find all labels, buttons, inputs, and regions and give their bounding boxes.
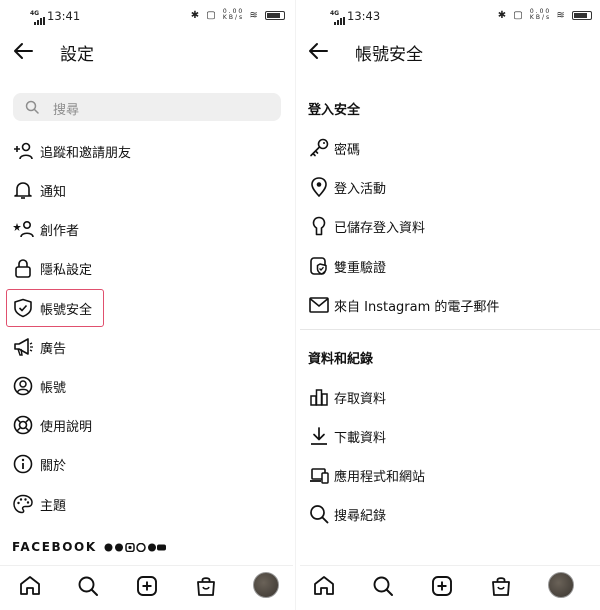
menu-item-access-data[interactable]: 存取資料 (300, 383, 590, 411)
menu-item-label: 應用程式和網站 (334, 470, 426, 485)
menu-item-label: 追蹤和邀請朋友 (40, 146, 132, 161)
status-bar: 4G 13:43 ✱ ▢ 0.00 KB/s ≋ (300, 8, 600, 26)
status-bar: 4G 13:41 ✱ ▢ 0.00 KB/s ≋ (0, 8, 293, 26)
status-time: 13:43 (347, 9, 381, 23)
bottom-nav (0, 565, 293, 605)
menu-item-search-history[interactable]: 搜尋紀錄 (300, 500, 590, 528)
menu-item-label: 關於 (40, 459, 67, 474)
star-person-icon (13, 220, 34, 238)
menu-item-label: 通知 (40, 185, 67, 200)
page-title: 設定 (60, 45, 94, 65)
menu-item-help[interactable]: 使用說明 (0, 411, 290, 439)
new-post-icon[interactable] (135, 574, 159, 598)
menu-item-two-factor[interactable]: 雙重驗證 (300, 252, 590, 280)
profile-avatar[interactable] (253, 572, 279, 598)
meta-apps-icons (104, 543, 166, 552)
battery-icon (572, 10, 592, 20)
settings-screen: 4G 13:41 ✱ ▢ 0.00 KB/s ≋ 設定 搜尋 追蹤和邀請朋友 通知… (0, 0, 293, 610)
keyhole-icon (312, 216, 326, 236)
bell-icon (14, 182, 32, 199)
menu-item-label: 創作者 (40, 224, 80, 239)
menu-item-label: 使用說明 (40, 420, 93, 435)
menu-item-saved-login[interactable]: 已儲存登入資料 (300, 212, 590, 240)
menu-item-ads[interactable]: 廣告 (0, 333, 290, 361)
home-icon[interactable] (18, 574, 42, 598)
lifebuoy-icon (13, 415, 33, 435)
search-icon[interactable] (76, 574, 100, 598)
menu-item-apps-websites[interactable]: 應用程式和網站 (300, 461, 590, 489)
bottom-nav (300, 565, 600, 605)
shop-icon[interactable] (194, 574, 218, 598)
key-icon (310, 138, 329, 157)
menu-item-notifications[interactable]: 通知 (0, 176, 290, 204)
profile-avatar[interactable] (548, 572, 574, 598)
battery-icon (265, 10, 285, 20)
search-icon (310, 505, 329, 524)
screen-divider (295, 0, 296, 610)
menu-item-privacy[interactable]: 隱私設定 (0, 254, 290, 282)
menu-item-label: 搜尋紀錄 (334, 509, 387, 524)
section-title-login-security: 登入安全 (308, 103, 361, 118)
menu-item-about[interactable]: 關於 (0, 450, 290, 478)
lock-icon (15, 259, 31, 278)
network-type: 4G (30, 10, 40, 17)
menu-item-account[interactable]: 帳號 (0, 372, 290, 400)
download-icon (311, 427, 327, 445)
menu-item-download-data[interactable]: 下載資料 (300, 422, 590, 450)
menu-item-label: 下載資料 (334, 431, 387, 446)
menu-item-label: 廣告 (40, 342, 67, 357)
facebook-brand: FACEBOOK (12, 540, 97, 554)
menu-item-label: 登入活動 (334, 182, 387, 197)
devices-icon (310, 468, 329, 484)
shop-icon[interactable] (489, 574, 513, 598)
home-icon[interactable] (312, 574, 336, 598)
section-title-data-history: 資料和紀錄 (308, 352, 374, 367)
bar-chart-icon (310, 389, 328, 406)
section-divider (300, 329, 600, 330)
header: 設定 (0, 38, 293, 65)
menu-item-follow-invite[interactable]: 追蹤和邀請朋友 (0, 137, 290, 165)
location-pin-icon (311, 177, 327, 197)
account-security-screen: 4G 13:43 ✱ ▢ 0.00 KB/s ≋ 帳號安全 登入安全 密碼 登入活… (300, 0, 600, 610)
shield-check-icon (310, 257, 327, 275)
menu-item-label: 主題 (40, 499, 67, 514)
menu-item-label: 密碼 (334, 143, 361, 158)
account-circle-icon (13, 376, 33, 396)
menu-item-label: 隱私設定 (40, 263, 93, 278)
menu-item-label: 來自 Instagram 的電子郵件 (334, 300, 500, 315)
signal-icon (334, 17, 345, 25)
back-arrow-icon[interactable] (12, 41, 34, 61)
new-post-icon[interactable] (430, 574, 454, 598)
search-placeholder: 搜尋 (53, 103, 80, 118)
signal-icon (34, 17, 45, 25)
status-icons: ✱ ▢ 0.00 KB/s ≋ (498, 9, 592, 21)
menu-item-label: 已儲存登入資料 (334, 221, 426, 236)
menu-item-label: 帳號 (40, 381, 67, 396)
search-input[interactable]: 搜尋 (13, 93, 281, 121)
header: 帳號安全 (300, 38, 600, 65)
status-time: 13:41 (47, 9, 81, 23)
megaphone-icon (14, 338, 33, 356)
palette-icon (13, 494, 33, 514)
page-title: 帳號安全 (355, 45, 423, 65)
back-arrow-icon[interactable] (307, 41, 329, 61)
network-type: 4G (330, 10, 340, 17)
status-icons: ✱ ▢ 0.00 KB/s ≋ (191, 9, 285, 21)
info-icon (13, 454, 33, 474)
search-icon[interactable] (371, 574, 395, 598)
selection-highlight (6, 289, 104, 327)
envelope-icon (309, 297, 329, 313)
menu-item-login-activity[interactable]: 登入活動 (300, 173, 590, 201)
menu-item-password[interactable]: 密碼 (300, 134, 590, 162)
menu-item-theme[interactable]: 主題 (0, 490, 290, 518)
add-person-icon (14, 142, 33, 160)
search-icon (25, 100, 39, 114)
menu-item-label: 雙重驗證 (334, 261, 387, 276)
menu-item-label: 存取資料 (334, 392, 387, 407)
menu-item-instagram-emails[interactable]: 來自 Instagram 的電子郵件 (300, 291, 590, 319)
menu-item-creator[interactable]: 創作者 (0, 215, 290, 243)
